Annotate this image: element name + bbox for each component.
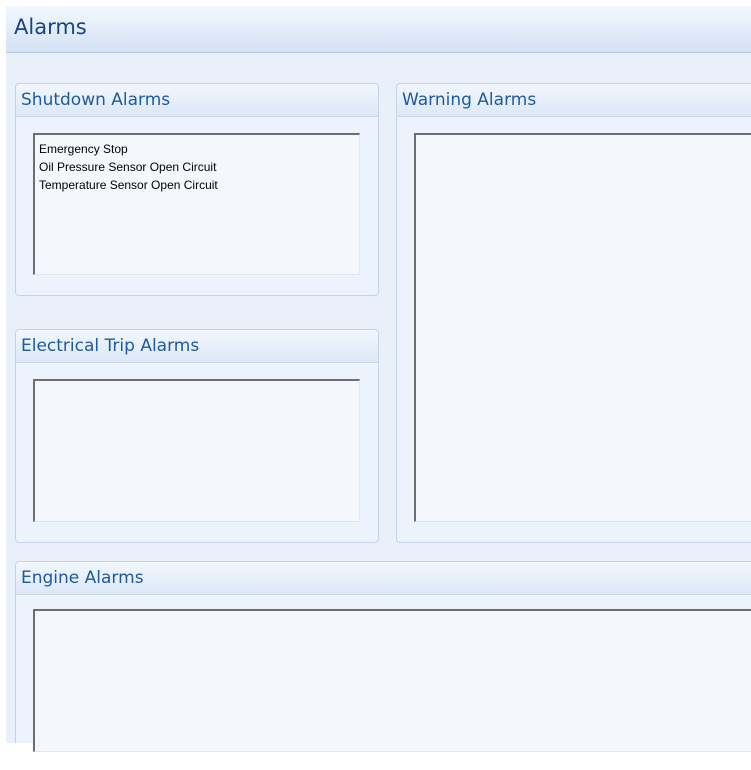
list-item[interactable]: Oil Pressure Sensor Open Circuit [36,158,218,176]
page-title: Alarms [14,15,87,39]
electrical-trip-alarms-group: Electrical Trip Alarms [15,329,379,543]
list-item[interactable]: Temperature Sensor Open Circuit [36,176,218,194]
engine-alarms-title: Engine Alarms [21,568,144,588]
title-bar: Alarms [6,6,751,53]
electrical-trip-alarms-list[interactable] [33,379,360,522]
list-item[interactable]: Emergency Stop [36,140,218,158]
alarms-panel: Alarms Shutdown Alarms Emergency Stop Oil… [6,6,751,752]
shutdown-alarms-list[interactable]: Emergency Stop Oil Pressure Sensor Open C… [33,133,360,275]
electrical-trip-alarms-title: Electrical Trip Alarms [21,336,200,356]
engine-alarms-list[interactable] [33,609,751,752]
engine-alarms-group: Engine Alarms [15,561,751,752]
electrical-trip-alarms-header: Electrical Trip Alarms [16,330,378,363]
warning-alarms-header: Warning Alarms [397,84,751,117]
warning-alarms-list[interactable] [414,133,751,522]
warning-alarms-group: Warning Alarms [396,83,751,543]
shutdown-alarms-items: Emergency Stop Oil Pressure Sensor Open C… [36,140,218,194]
shutdown-alarms-title: Shutdown Alarms [21,90,171,110]
shutdown-alarms-group: Shutdown Alarms Emergency Stop Oil Pressu… [15,83,379,296]
warning-alarms-title: Warning Alarms [402,90,537,110]
engine-alarms-header: Engine Alarms [16,562,751,595]
shutdown-alarms-header: Shutdown Alarms [16,84,378,117]
